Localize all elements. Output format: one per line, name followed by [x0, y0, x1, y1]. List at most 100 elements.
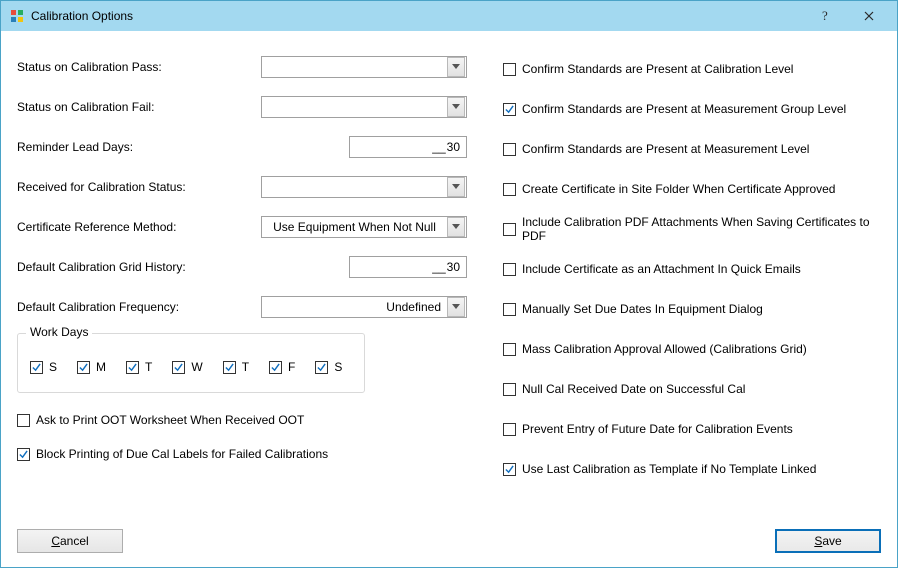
option-label: Use Last Calibration as Template if No T…	[522, 462, 816, 476]
checkbox-box	[503, 303, 516, 316]
grid-history-label: Default Calibration Grid History:	[17, 260, 259, 274]
reminder-lead-row: Reminder Lead Days: __30	[17, 127, 467, 167]
grid-history-row: Default Calibration Grid History: __30	[17, 247, 467, 287]
work-day-label: M	[96, 360, 106, 374]
cancel-button-label: Cancel	[51, 534, 88, 548]
save-button-label: Save	[814, 534, 841, 548]
title-bar: Calibration Options ?	[1, 1, 897, 31]
work-days-legend: Work Days	[26, 325, 92, 339]
help-button[interactable]: ?	[803, 2, 847, 30]
work-days-row: SMTWTFS	[30, 360, 352, 374]
work-day-checkbox-3[interactable]: W	[172, 360, 202, 374]
work-day-label: W	[191, 360, 202, 374]
status-fail-combo[interactable]	[261, 96, 467, 118]
option-label: Confirm Standards are Present at Calibra…	[522, 62, 793, 76]
cert-ref-method-label: Certificate Reference Method:	[17, 220, 259, 234]
checkbox-box	[503, 383, 516, 396]
block-printing-label: Block Printing of Due Cal Labels for Fai…	[36, 447, 328, 461]
checkbox-box	[30, 361, 43, 374]
checkbox-box	[126, 361, 139, 374]
checkbox-box	[269, 361, 282, 374]
status-pass-label: Status on Calibration Pass:	[17, 60, 259, 74]
option-checkbox-0[interactable]: Confirm Standards are Present at Calibra…	[503, 49, 881, 89]
option-label: Confirm Standards are Present at Measure…	[522, 102, 846, 116]
cert-ref-method-combo[interactable]: Use Equipment When Not Null	[261, 216, 467, 238]
option-label: Create Certificate in Site Folder When C…	[522, 182, 835, 196]
received-status-combo[interactable]	[261, 176, 467, 198]
checkbox-box	[503, 263, 516, 276]
chevron-down-icon[interactable]	[447, 177, 465, 197]
option-checkbox-3[interactable]: Create Certificate in Site Folder When C…	[503, 169, 881, 209]
client-area: Status on Calibration Pass: Status on Ca…	[1, 31, 897, 567]
checkbox-box	[503, 423, 516, 436]
cert-ref-method-value: Use Equipment When Not Null	[262, 220, 447, 234]
work-day-label: T	[242, 360, 249, 374]
window-controls: ?	[803, 2, 891, 30]
option-checkbox-1[interactable]: Confirm Standards are Present at Measure…	[503, 89, 881, 129]
option-checkbox-7[interactable]: Mass Calibration Approval Allowed (Calib…	[503, 329, 881, 369]
default-freq-label: Default Calibration Frequency:	[17, 300, 259, 314]
option-label: Mass Calibration Approval Allowed (Calib…	[522, 342, 807, 356]
chevron-down-icon[interactable]	[447, 57, 465, 77]
checkbox-box	[503, 63, 516, 76]
option-label: Include Certificate as an Attachment In …	[522, 262, 801, 276]
app-icon	[9, 8, 25, 24]
chevron-down-icon[interactable]	[447, 217, 465, 237]
checkbox-box	[315, 361, 328, 374]
calibration-options-window: Calibration Options ? Status on Calibrat…	[0, 0, 898, 568]
default-freq-row: Default Calibration Frequency: Undefined	[17, 287, 467, 327]
grid-history-value: 30	[447, 260, 460, 274]
work-day-checkbox-2[interactable]: T	[126, 360, 152, 374]
checkbox-box	[17, 414, 30, 427]
work-day-label: S	[334, 360, 342, 374]
chevron-down-icon[interactable]	[447, 297, 465, 317]
default-freq-value: Undefined	[262, 300, 447, 314]
option-checkbox-6[interactable]: Manually Set Due Dates In Equipment Dial…	[503, 289, 881, 329]
received-status-label: Received for Calibration Status:	[17, 180, 259, 194]
checkbox-box	[503, 143, 516, 156]
work-day-checkbox-6[interactable]: S	[315, 360, 342, 374]
chevron-down-icon[interactable]	[447, 97, 465, 117]
cert-ref-method-row: Certificate Reference Method: Use Equipm…	[17, 207, 467, 247]
button-row: Cancel Save	[17, 529, 881, 553]
svg-text:?: ?	[822, 9, 828, 23]
option-label: Null Cal Received Date on Successful Cal	[522, 382, 745, 396]
close-button[interactable]	[847, 2, 891, 30]
work-day-checkbox-5[interactable]: F	[269, 360, 295, 374]
ask-print-oot-checkbox[interactable]: Ask to Print OOT Worksheet When Received…	[17, 413, 467, 427]
block-printing-checkbox[interactable]: Block Printing of Due Cal Labels for Fai…	[17, 447, 467, 461]
checkbox-box	[17, 448, 30, 461]
option-label: Include Calibration PDF Attachments When…	[522, 215, 881, 243]
status-fail-label: Status on Calibration Fail:	[17, 100, 259, 114]
received-status-row: Received for Calibration Status:	[17, 167, 467, 207]
checkbox-box	[223, 361, 236, 374]
checkbox-box	[503, 183, 516, 196]
right-column: Confirm Standards are Present at Calibra…	[503, 47, 881, 489]
reminder-lead-input[interactable]: __30	[349, 136, 467, 158]
option-checkbox-9[interactable]: Prevent Entry of Future Date for Calibra…	[503, 409, 881, 449]
work-day-label: S	[49, 360, 57, 374]
ask-print-oot-label: Ask to Print OOT Worksheet When Received…	[36, 413, 304, 427]
option-checkbox-5[interactable]: Include Certificate as an Attachment In …	[503, 249, 881, 289]
save-button[interactable]: Save	[775, 529, 881, 553]
checkbox-box	[503, 343, 516, 356]
option-checkbox-8[interactable]: Null Cal Received Date on Successful Cal	[503, 369, 881, 409]
cancel-button[interactable]: Cancel	[17, 529, 123, 553]
option-label: Confirm Standards are Present at Measure…	[522, 142, 809, 156]
option-label: Prevent Entry of Future Date for Calibra…	[522, 422, 793, 436]
work-day-checkbox-1[interactable]: M	[77, 360, 106, 374]
option-checkbox-4[interactable]: Include Calibration PDF Attachments When…	[503, 209, 881, 249]
checkbox-box	[172, 361, 185, 374]
checkbox-box	[503, 463, 516, 476]
work-days-group: Work Days SMTWTFS	[17, 333, 365, 393]
option-checkbox-10[interactable]: Use Last Calibration as Template if No T…	[503, 449, 881, 489]
work-day-checkbox-0[interactable]: S	[30, 360, 57, 374]
default-freq-combo[interactable]: Undefined	[261, 296, 467, 318]
status-pass-combo[interactable]	[261, 56, 467, 78]
reminder-lead-value: 30	[447, 140, 460, 154]
grid-history-input[interactable]: __30	[349, 256, 467, 278]
checkbox-box	[77, 361, 90, 374]
work-day-checkbox-4[interactable]: T	[223, 360, 249, 374]
option-checkbox-2[interactable]: Confirm Standards are Present at Measure…	[503, 129, 881, 169]
window-title: Calibration Options	[31, 9, 803, 23]
